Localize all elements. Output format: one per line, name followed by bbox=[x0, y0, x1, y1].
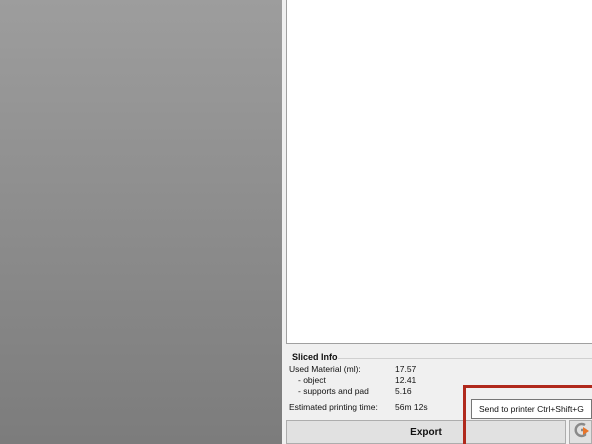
export-button[interactable]: Export bbox=[286, 420, 566, 444]
info-value: 5.16 bbox=[395, 386, 412, 396]
send-to-printer-tooltip: Send to printer Ctrl+Shift+G bbox=[471, 399, 592, 419]
send-to-printer-button[interactable] bbox=[569, 420, 592, 444]
info-label: Estimated printing time: bbox=[289, 402, 378, 412]
3d-viewport[interactable] bbox=[0, 0, 282, 444]
sliced-info-divider bbox=[338, 358, 592, 359]
object-list[interactable] bbox=[286, 0, 592, 344]
sliced-info-title: Sliced Info bbox=[292, 352, 338, 362]
info-label: Used Material (ml): bbox=[289, 364, 361, 374]
info-label: - supports and pad bbox=[298, 386, 369, 396]
send-to-printer-icon bbox=[572, 421, 590, 444]
info-row-supports: - supports and pad 5.16 bbox=[289, 386, 589, 398]
info-value: 17.57 bbox=[395, 364, 417, 374]
info-label: - object bbox=[298, 375, 326, 385]
info-value: 12.41 bbox=[395, 375, 417, 385]
side-panel: Sliced Info Used Material (ml): 17.57 - … bbox=[282, 0, 592, 444]
info-value: 56m 12s bbox=[395, 402, 428, 412]
